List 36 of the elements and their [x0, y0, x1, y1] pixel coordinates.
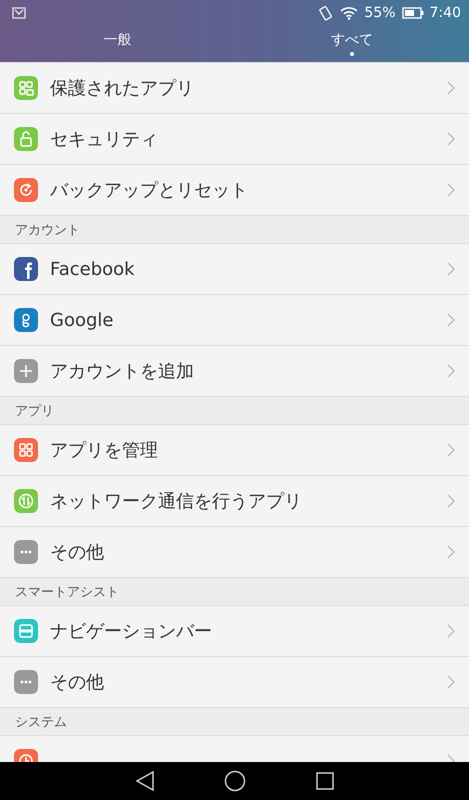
- chevron-icon: [447, 262, 455, 276]
- chevron-icon: [447, 313, 455, 327]
- wifi-icon: [340, 6, 358, 20]
- plus-icon: [14, 359, 38, 383]
- section-header: システム: [0, 708, 469, 736]
- chevron-icon: [447, 81, 455, 95]
- battery-percent: 55%: [364, 4, 396, 20]
- tab[interactable]: すべて: [234, 25, 469, 62]
- chevron-icon: [447, 494, 455, 508]
- vibrate-icon: [318, 4, 334, 20]
- recents-icon[interactable]: [316, 772, 334, 790]
- clock-time: 7:40: [430, 4, 461, 20]
- dots-icon: [14, 670, 38, 694]
- section-header: アカウント: [0, 216, 469, 244]
- google-icon: [14, 308, 38, 332]
- battery-icon: [402, 6, 424, 18]
- chevron-icon: [447, 624, 455, 638]
- chevron-icon: [447, 545, 455, 559]
- chevron-icon: [447, 443, 455, 457]
- grid-icon: [14, 438, 38, 462]
- back-icon[interactable]: [134, 770, 155, 792]
- grid-lock-icon: [14, 76, 38, 100]
- chevron-icon: [447, 183, 455, 197]
- navbar-icon: [14, 619, 38, 643]
- notification-icon: [12, 6, 26, 18]
- chevron-icon: [447, 132, 455, 146]
- chevron-icon: [447, 364, 455, 378]
- dots-icon: [14, 540, 38, 564]
- lock-icon: [14, 127, 38, 151]
- chevron-icon: [447, 675, 455, 689]
- section-header: アプリ: [0, 397, 469, 425]
- tab[interactable]: 一般: [0, 25, 234, 62]
- section-header: スマートアシスト: [0, 578, 469, 606]
- facebook-icon: [14, 257, 38, 281]
- arrows-icon: [14, 489, 38, 513]
- home-icon[interactable]: [224, 770, 246, 792]
